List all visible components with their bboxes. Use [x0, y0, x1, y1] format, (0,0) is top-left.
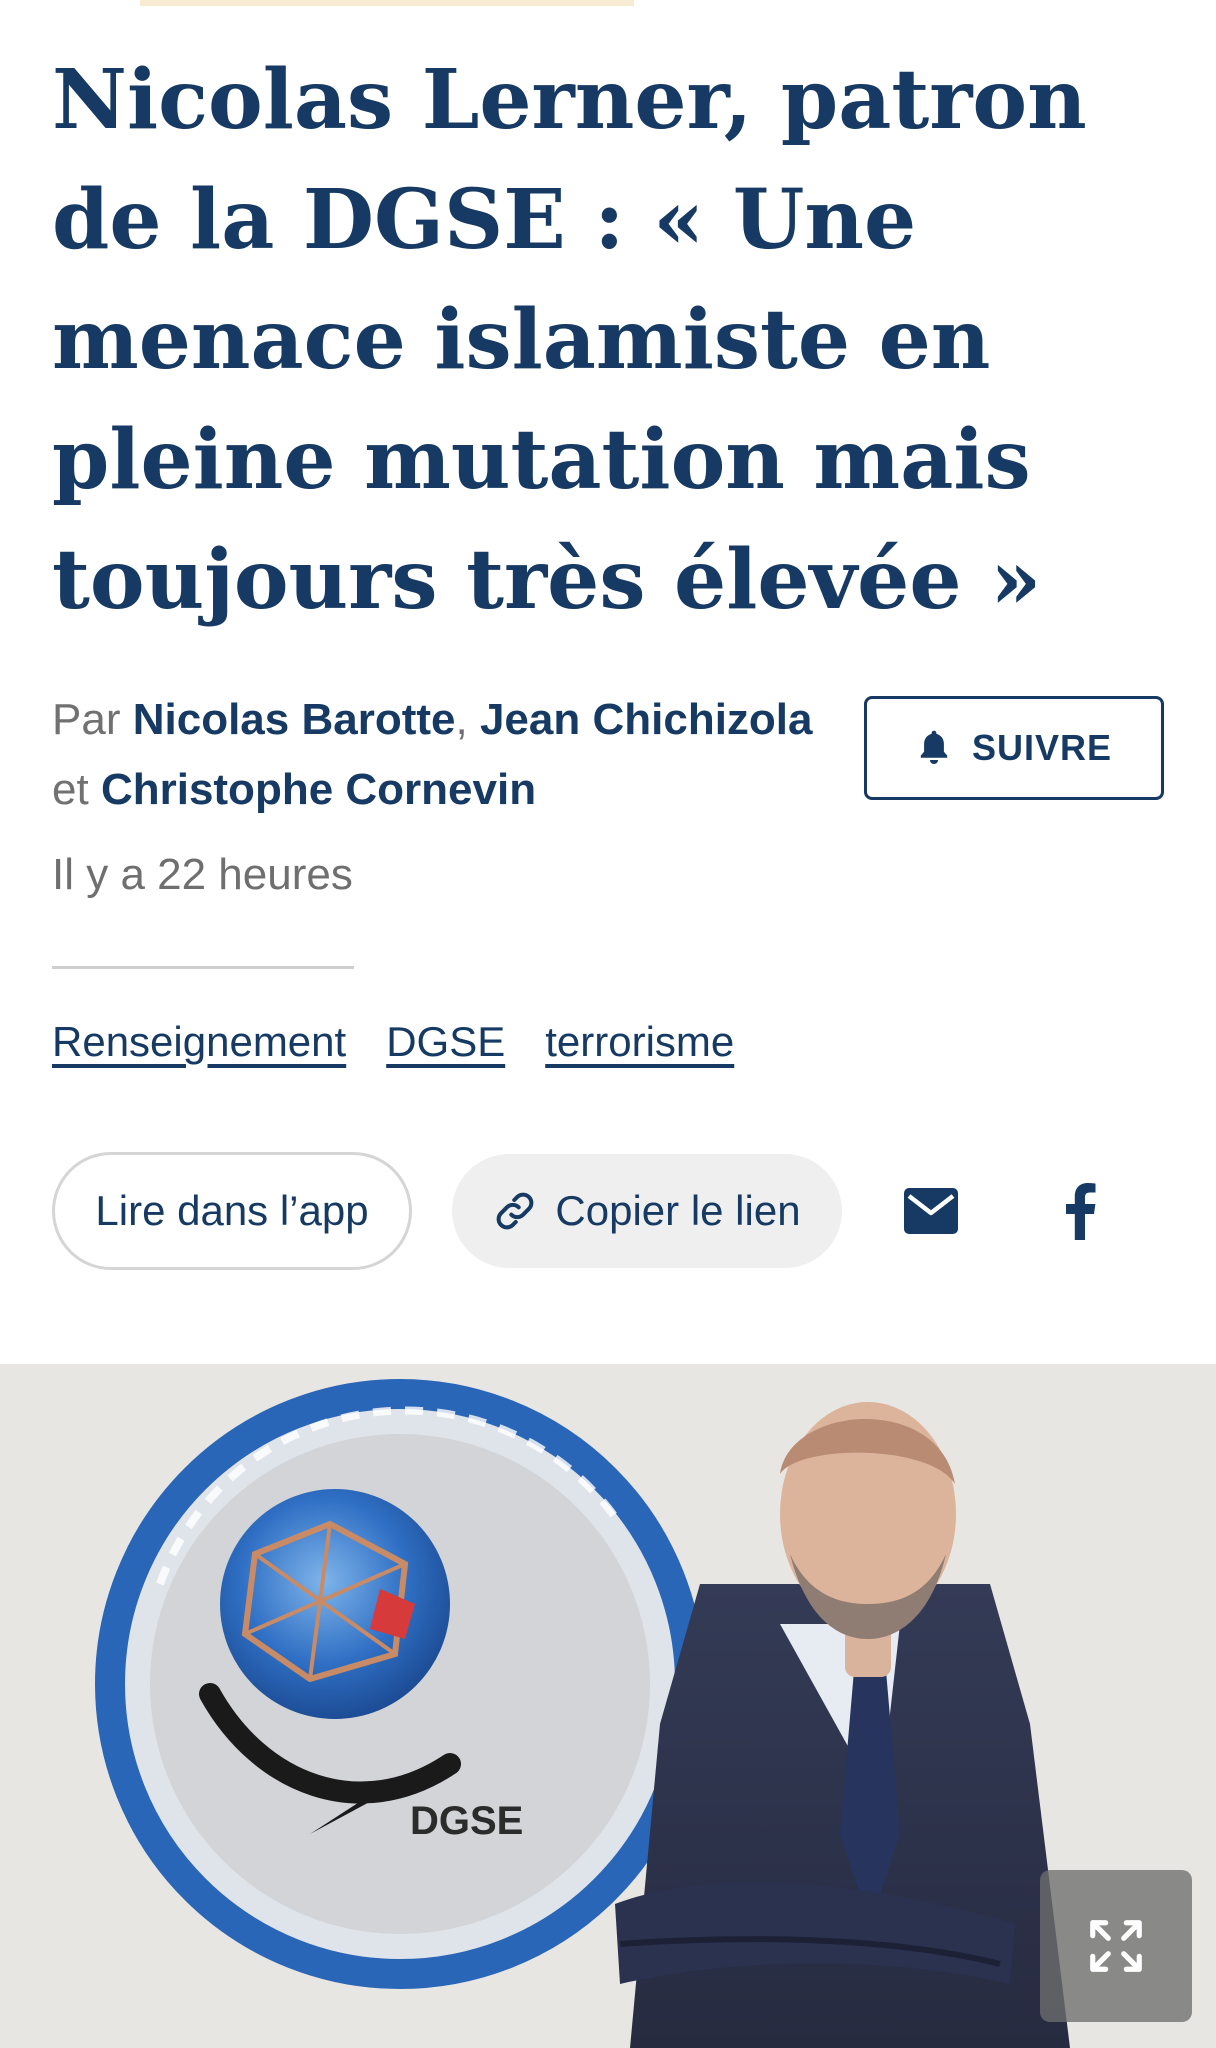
article-headline: Nicolas Lerner, patron de la DGSE : « Un… [52, 52, 1087, 628]
expand-image-button[interactable] [1040, 1870, 1192, 2022]
byline: Par Nicolas Barotte, Jean Chichizola et … [52, 685, 832, 825]
envelope-icon[interactable] [904, 1188, 958, 1234]
expand-icon [1090, 1920, 1142, 1972]
divider [52, 966, 354, 969]
portrait-photo-illustration: DGSE [0, 1364, 1216, 2048]
follow-button-label: SUIVRE [971, 727, 1113, 768]
facebook-icon[interactable] [1062, 1182, 1098, 1240]
tag-link[interactable]: Renseignement [52, 1018, 346, 1066]
tag-link[interactable]: DGSE [386, 1018, 505, 1066]
emblem-text: DGSE [410, 1799, 523, 1843]
tag-list: Renseignement DGSE terrorisme [52, 1018, 734, 1066]
bell-icon [920, 730, 948, 765]
copy-link-label: Copier le lien [555, 1187, 801, 1234]
byline-comma: , [455, 695, 468, 744]
article-photo[interactable]: DGSE [0, 1364, 1216, 2048]
follow-button[interactable]: SUIVRE [864, 696, 1164, 800]
read-in-app-button[interactable]: Lire dans l’app [52, 1152, 412, 1270]
copy-link-button[interactable]: Copier le lien [452, 1154, 842, 1268]
link-icon [497, 1192, 534, 1230]
share-bar: Lire dans l’app Copier le lien [0, 1152, 1216, 1272]
publish-time: Il y a 22 heures [52, 850, 353, 899]
author-link[interactable]: Christophe Cornevin [101, 765, 536, 814]
byline-prefix: Par [52, 695, 121, 744]
tag-link[interactable]: terrorisme [545, 1018, 734, 1066]
byline-and: et [52, 765, 89, 814]
top-banner-edge [140, 0, 634, 6]
author-link[interactable]: Nicolas Barotte [133, 695, 456, 744]
author-link[interactable]: Jean Chichizola [480, 695, 813, 744]
